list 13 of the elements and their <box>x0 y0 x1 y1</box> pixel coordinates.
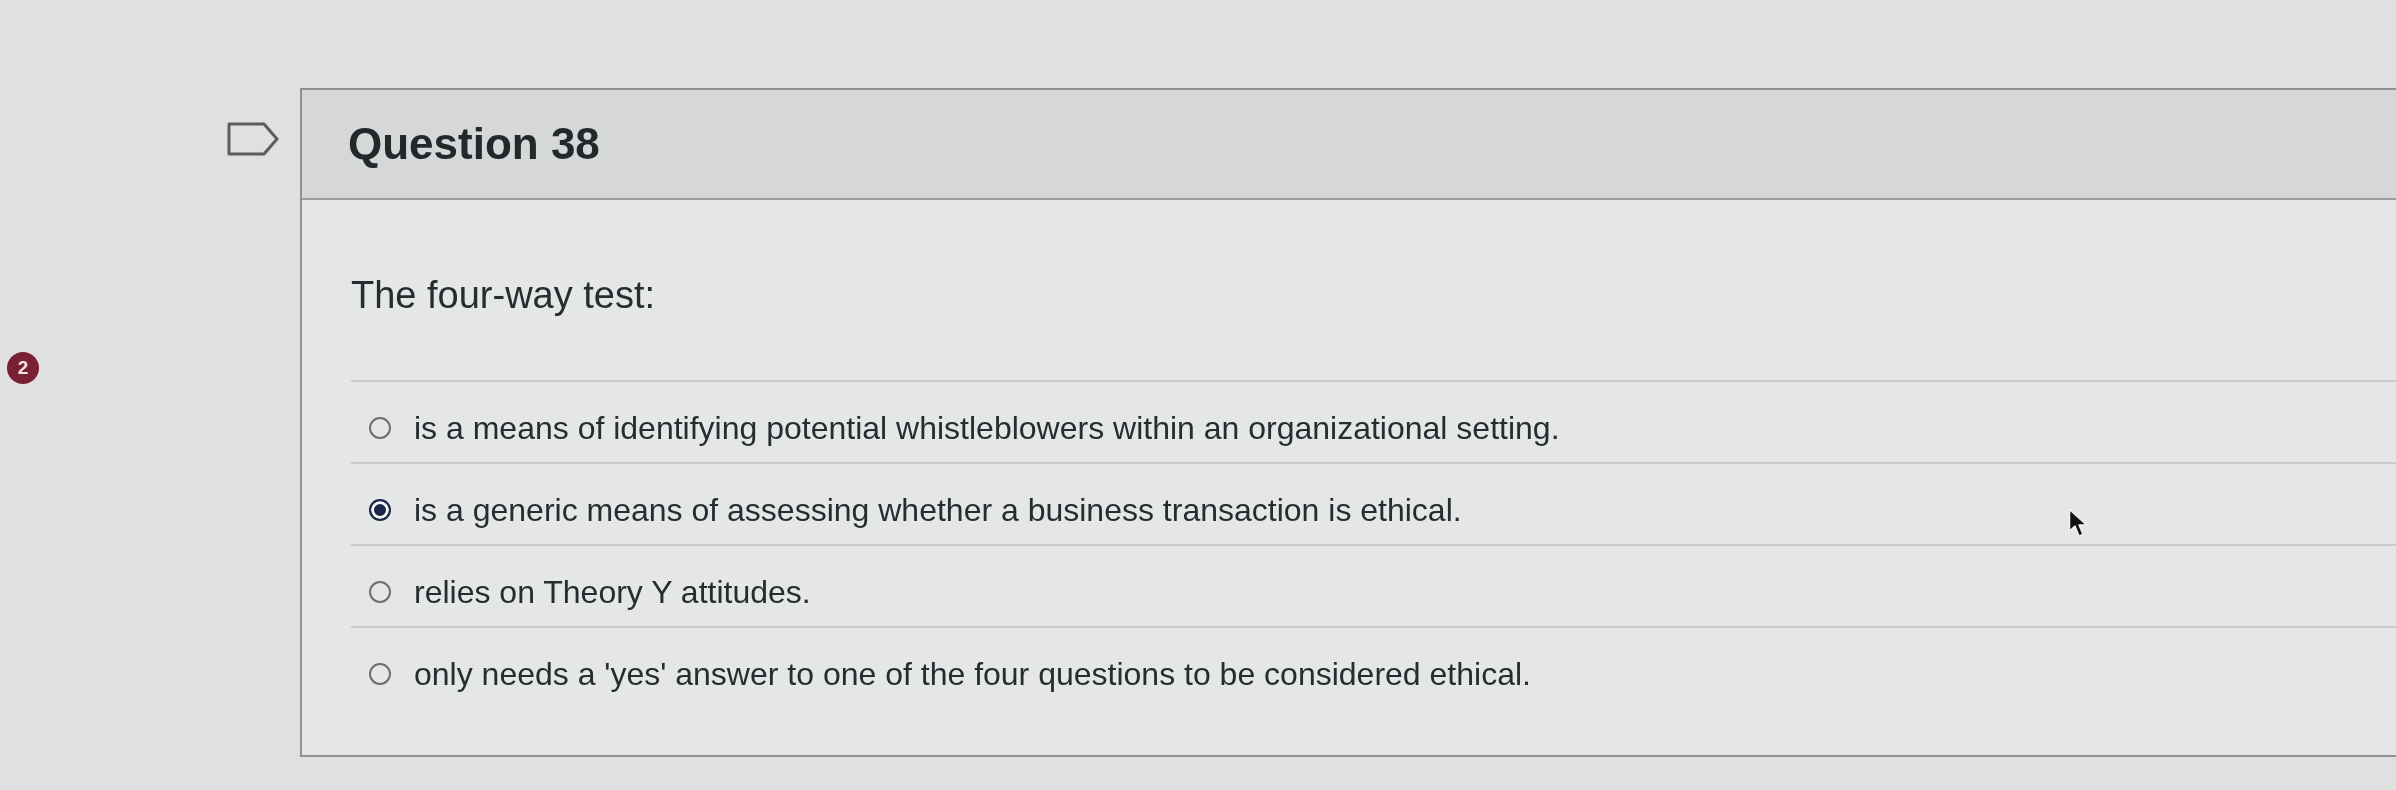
radio-button[interactable] <box>369 581 391 603</box>
flag-icon[interactable] <box>227 122 279 156</box>
answer-option[interactable]: only needs a 'yes' answer to one of the four questions to be considered ethical. <box>414 656 1531 692</box>
answer-option[interactable]: is a generic means of assessing whether a business transaction is ethical. <box>414 492 1462 528</box>
question-prompt: The four-way test: <box>351 273 656 317</box>
answer-option[interactable]: is a means of identifying potential whistleblowers within an organizational setting. <box>414 410 1560 446</box>
question-title: Question 38 <box>348 119 600 169</box>
radio-button[interactable] <box>369 499 391 521</box>
answer-option[interactable]: relies on Theory Y attitudes. <box>414 574 811 610</box>
radio-button[interactable] <box>369 417 391 439</box>
mouse-pointer-icon <box>2068 508 2088 538</box>
count-badge: 2 <box>7 352 39 384</box>
radio-button[interactable] <box>369 663 391 685</box>
